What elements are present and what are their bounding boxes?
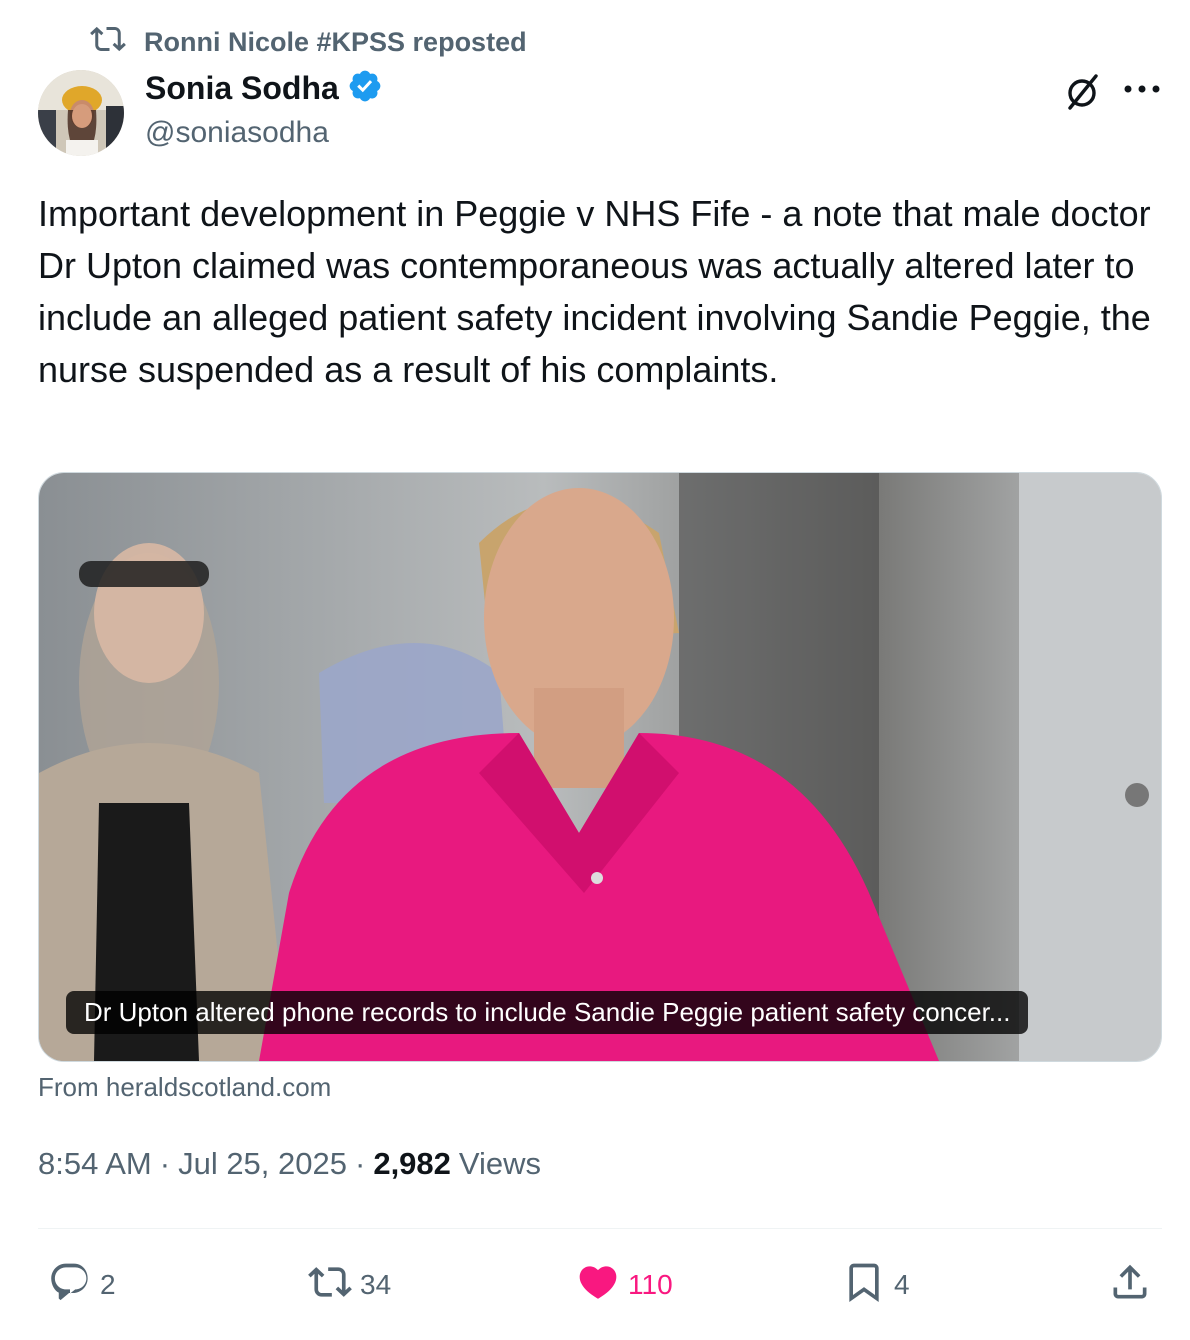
repost-icon [90, 21, 126, 64]
tweet-date[interactable]: Jul 25, 2025 [178, 1146, 347, 1182]
repost-button[interactable]: 34 [308, 1255, 391, 1315]
tweet-meta: 8:54 AM · Jul 25, 2025 · 2,982 Views [38, 1146, 541, 1182]
author-name-row[interactable]: Sonia Sodha [145, 68, 383, 109]
meta-separator: · [355, 1146, 366, 1181]
divider [38, 1228, 1162, 1229]
bookmark-icon [842, 1260, 886, 1311]
share-button[interactable] [1108, 1255, 1152, 1315]
reply-button[interactable]: 2 [48, 1255, 116, 1315]
repost-icon [308, 1260, 352, 1311]
grok-icon [1062, 72, 1102, 117]
like-button[interactable]: 110 [576, 1255, 673, 1315]
action-bar: 2 34 110 4 [38, 1255, 1162, 1315]
link-card-caption: Dr Upton altered phone records to includ… [66, 991, 1029, 1034]
more-options-button[interactable] [1118, 76, 1166, 106]
author-name[interactable]: Sonia Sodha [145, 70, 339, 107]
share-icon [1108, 1260, 1152, 1311]
avatar[interactable] [38, 70, 124, 156]
heart-icon [576, 1260, 620, 1311]
views-count: 2,982 [373, 1146, 451, 1181]
author-handle[interactable]: @soniasodha [145, 116, 329, 150]
repost-count: 34 [360, 1269, 392, 1300]
bookmark-button[interactable]: 4 [842, 1255, 910, 1315]
tweet-text: Important development in Peggie v NHS Fi… [38, 193, 1151, 390]
reply-count: 2 [100, 1269, 116, 1300]
tweet-time[interactable]: 8:54 AM [38, 1146, 152, 1182]
reply-icon [48, 1260, 92, 1311]
bookmark-count: 4 [894, 1269, 910, 1300]
repost-header[interactable]: Ronni Nicole #KPSS reposted [90, 24, 527, 60]
meta-separator: · [159, 1146, 171, 1181]
repost-header-text: Ronni Nicole #KPSS reposted [144, 26, 527, 57]
like-count: 110 [628, 1269, 673, 1300]
verified-badge-icon[interactable] [347, 68, 383, 109]
grok-button[interactable] [1060, 72, 1104, 116]
article-photo [39, 473, 1161, 1061]
more-dots-icon [1122, 82, 1162, 100]
link-source[interactable]: From heraldscotland.com [38, 1072, 331, 1103]
views-label: Views [458, 1146, 542, 1181]
link-card[interactable]: Dr Upton altered phone records to includ… [38, 472, 1162, 1062]
